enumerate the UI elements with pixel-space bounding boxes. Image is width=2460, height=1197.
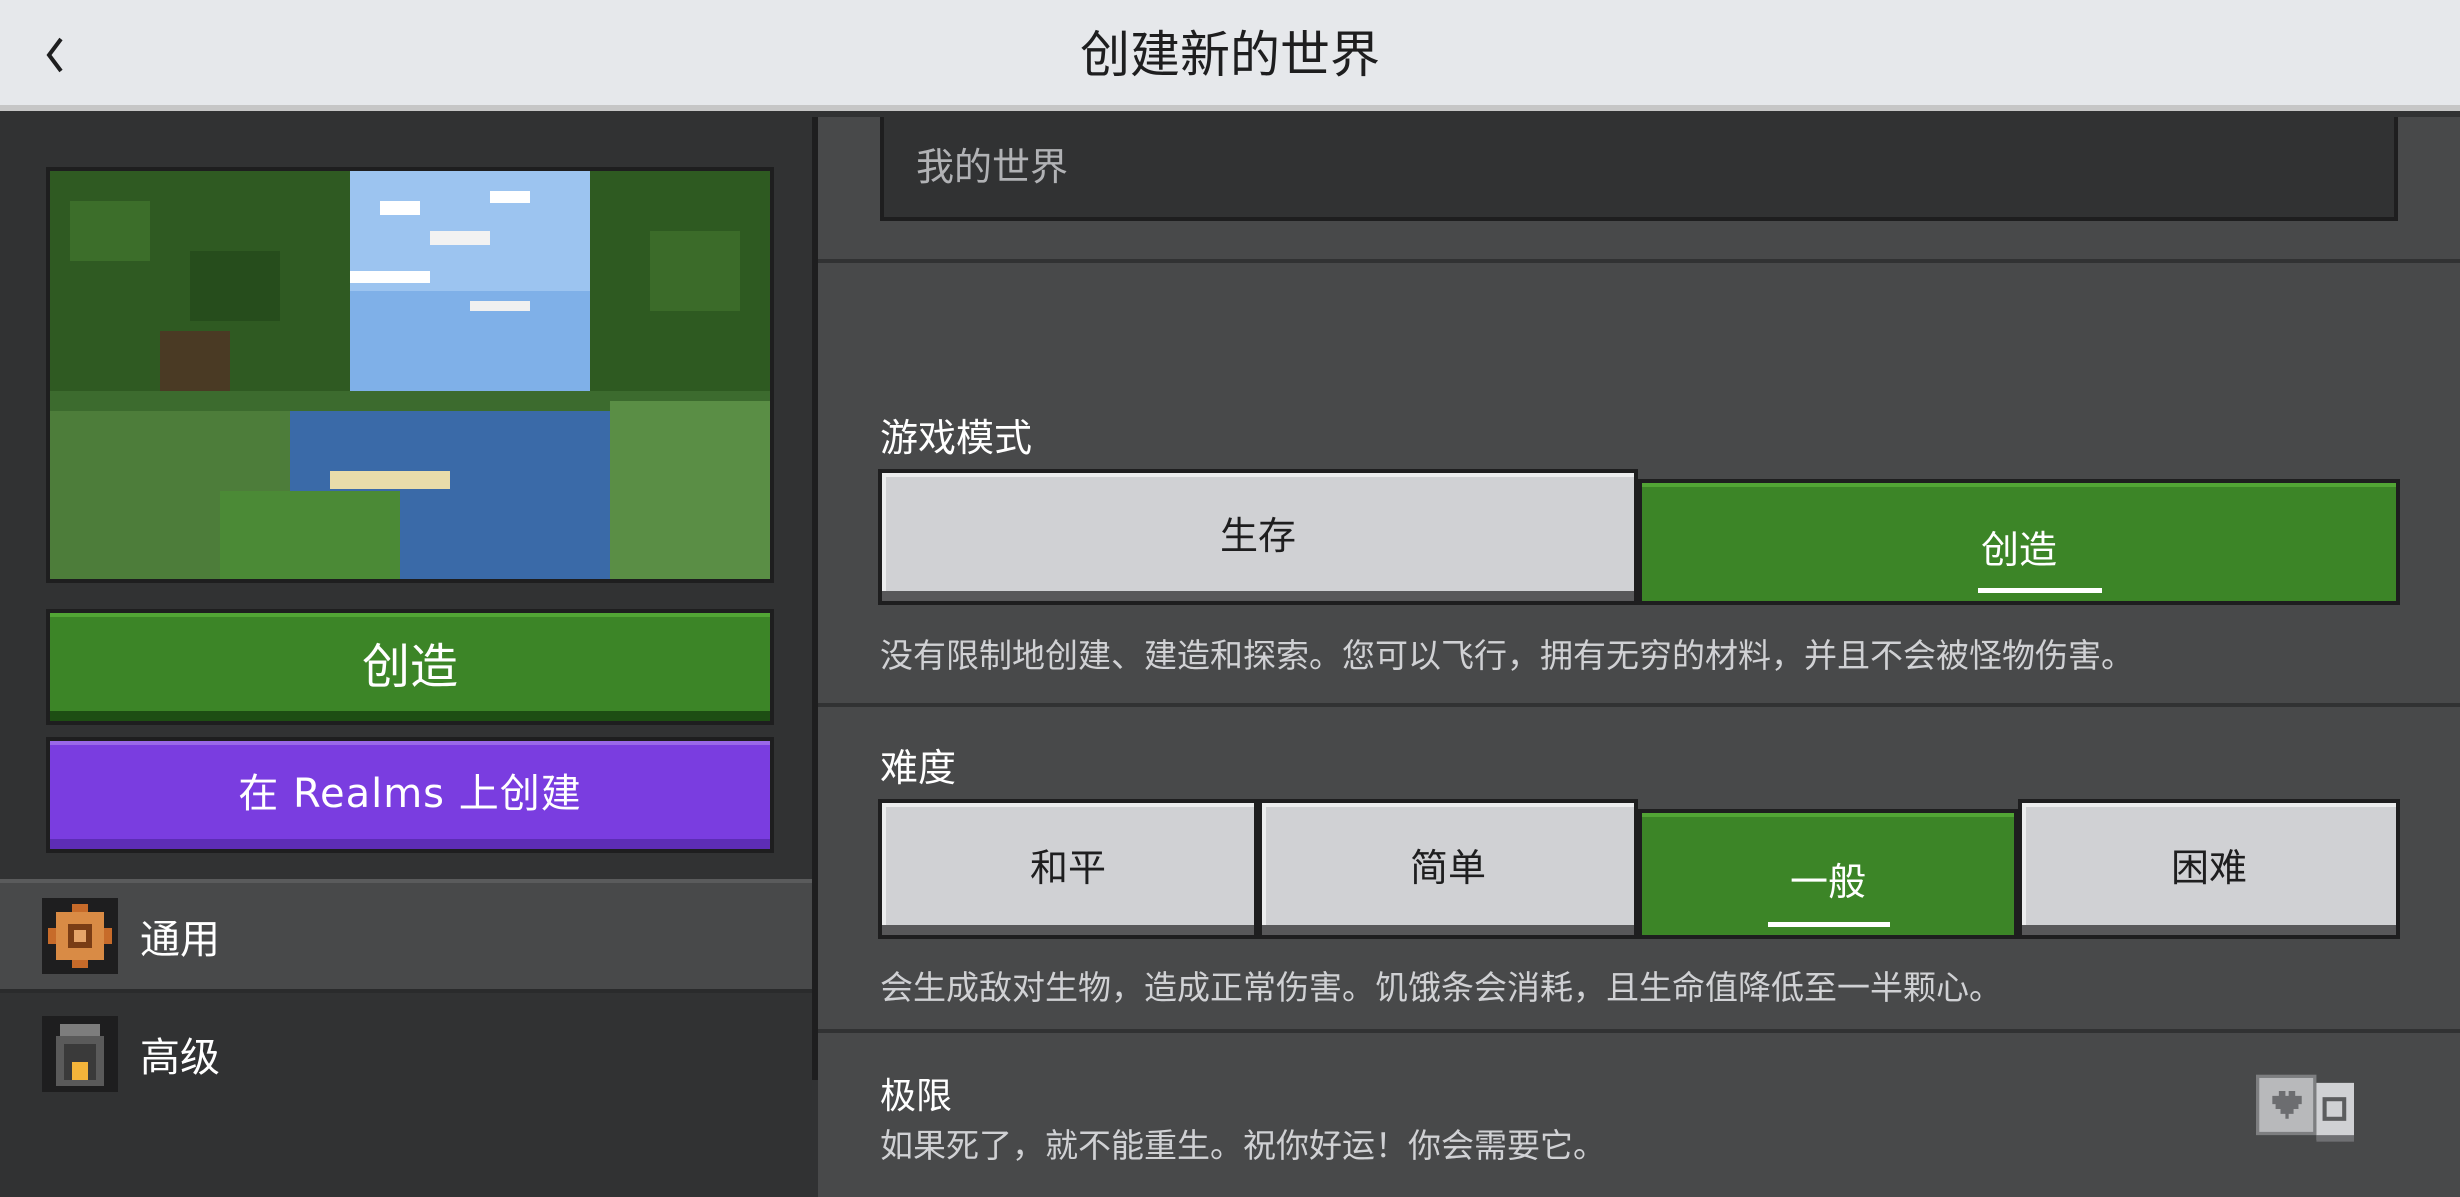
peaceful-label: 和平 bbox=[1029, 845, 1106, 890]
hardcore-description: 如果死了，就不能重生。祝你好运！你会需要它。 bbox=[880, 1126, 1606, 1165]
create-world-button[interactable]: 创造 bbox=[46, 609, 774, 725]
game-mode-description: 没有限制地创建、建造和探索。您可以飞行，拥有无穷的材料，并且不会被怪物伤害。 bbox=[880, 636, 2134, 675]
game-mode-creative-button[interactable]: 创造 bbox=[1638, 479, 2400, 605]
hard-label: 困难 bbox=[2170, 845, 2247, 890]
creative-label: 创造 bbox=[1980, 527, 2057, 572]
difficulty-easy-button[interactable]: 简单 bbox=[1258, 799, 1638, 939]
selected-indicator bbox=[1978, 588, 2102, 593]
normal-label: 一般 bbox=[1789, 859, 1866, 904]
settings-panel: 我的世界 游戏模式 生存 创造 没有限制地创建、建造和探索。您可以飞行，拥有无穷… bbox=[818, 117, 2460, 1197]
hardcore-title: 极限 bbox=[880, 1076, 953, 1117]
difficulty-description: 会生成敌对生物，造成正常伤害。饥饿条会消耗，且生命值降低至一半颗心。 bbox=[880, 968, 2002, 1007]
game-mode-survival-button[interactable]: 生存 bbox=[878, 469, 1638, 605]
header-bar: 创建新的世界 bbox=[0, 0, 2460, 111]
difficulty-peaceful-button[interactable]: 和平 bbox=[878, 799, 1258, 939]
page-title: 创建新的世界 bbox=[1080, 26, 1380, 84]
nav-item-advanced[interactable]: 高级 bbox=[0, 997, 812, 1111]
difficulty-normal-button[interactable]: 一般 bbox=[1638, 809, 2018, 939]
gear-icon bbox=[42, 898, 118, 974]
world-preview-image bbox=[46, 167, 774, 583]
easy-label: 简单 bbox=[1409, 845, 1486, 890]
hardcore-toggle[interactable] bbox=[2256, 1067, 2354, 1142]
nav-item-general[interactable]: 通用 bbox=[0, 879, 812, 993]
nav-label-advanced: 高级 bbox=[140, 1035, 220, 1081]
game-mode-section: 游戏模式 生存 创造 没有限制地创建、建造和探索。您可以飞行，拥有无穷的材料，并… bbox=[818, 267, 2460, 707]
game-mode-title: 游戏模式 bbox=[880, 416, 1033, 460]
difficulty-title: 难度 bbox=[880, 746, 957, 790]
selected-indicator bbox=[1768, 922, 1890, 927]
world-name-section: 我的世界 bbox=[818, 117, 2460, 263]
create-on-realms-button[interactable]: 在 Realms 上创建 bbox=[46, 737, 774, 853]
world-name-input[interactable]: 我的世界 bbox=[880, 117, 2398, 221]
difficulty-section: 难度 和平 简单 一般 困难 会生成敌对生物，造成正常伤害。饥饿条会消耗，且生命… bbox=[818, 711, 2460, 1033]
hardcore-section: 极限 如果死了，就不能重生。祝你好运！你会需要它。 bbox=[818, 1037, 2460, 1197]
difficulty-hard-button[interactable]: 困难 bbox=[2018, 799, 2400, 939]
nav-label-general: 通用 bbox=[140, 917, 220, 963]
survival-label: 生存 bbox=[1219, 513, 1296, 558]
lantern-icon bbox=[42, 1016, 118, 1092]
left-panel: 创造 在 Realms 上创建 通用 高级 bbox=[0, 117, 818, 1111]
